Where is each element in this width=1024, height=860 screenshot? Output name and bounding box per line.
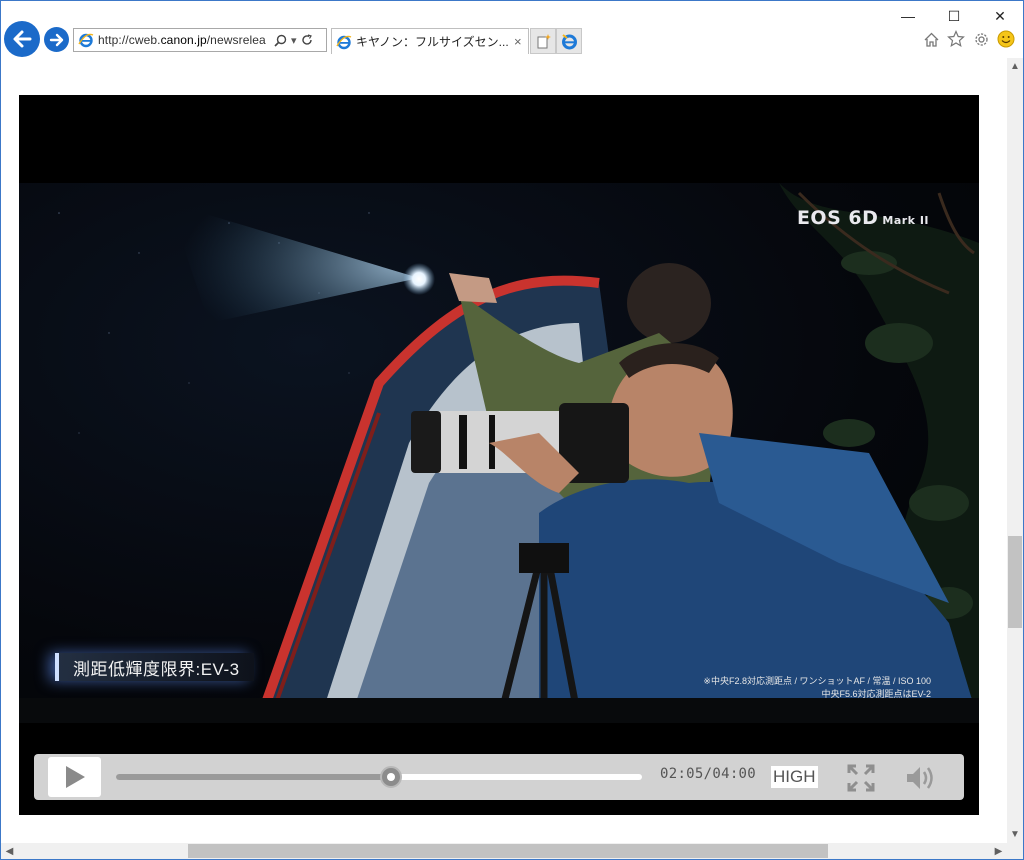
open-edge-button[interactable] — [556, 28, 582, 54]
seek-handle[interactable] — [380, 766, 403, 788]
browser-window: http://cweb.canon.jp/newsrelea ▾ キヤノン：フル… — [0, 0, 1024, 860]
video-scene-illustration — [19, 183, 979, 723]
scroll-right-arrow-icon[interactable]: ▶ — [990, 843, 1007, 859]
vertical-scrollbar[interactable]: ▲ ▼ — [1007, 58, 1023, 843]
home-icon[interactable] — [921, 29, 941, 49]
back-button[interactable] — [4, 21, 40, 57]
vertical-scroll-thumb[interactable] — [1008, 536, 1022, 628]
tab-active[interactable]: キヤノン：フルサイズセン... × — [331, 28, 529, 54]
forward-button[interactable] — [44, 27, 69, 52]
minimize-button[interactable]: — — [885, 1, 931, 31]
favorites-star-icon[interactable] — [946, 29, 966, 49]
scroll-down-arrow-icon[interactable]: ▼ — [1007, 826, 1023, 843]
scroll-left-arrow-icon[interactable]: ◀ — [1, 843, 18, 859]
maximize-button[interactable]: ☐ — [931, 1, 977, 31]
play-button[interactable] — [48, 757, 101, 797]
url-text[interactable]: http://cweb.canon.jp/newsrelea — [98, 33, 272, 47]
dropdown-icon[interactable]: ▾ — [291, 34, 297, 47]
search-icon[interactable] — [274, 34, 287, 47]
volume-icon — [907, 767, 933, 789]
seek-progress — [116, 774, 392, 780]
address-bar[interactable]: http://cweb.canon.jp/newsrelea ▾ — [73, 28, 327, 52]
scrollbar-corner — [1007, 843, 1023, 859]
fullscreen-icon — [847, 764, 875, 792]
horizontal-scrollbar[interactable]: ◀ ▶ — [1, 843, 1007, 859]
refresh-icon[interactable] — [301, 34, 313, 46]
edge-icon — [561, 33, 577, 49]
brand-logo: EOS 6D Mark II — [796, 207, 929, 229]
feedback-smiley-icon[interactable] — [996, 29, 1016, 49]
fullscreen-button[interactable] — [846, 763, 876, 793]
video-caption: 測距低輝度限界:EV-3 — [55, 653, 254, 681]
footnote-line: 中央F5.6対応測距点はEV-2 — [821, 689, 931, 699]
seek-bar[interactable] — [116, 766, 642, 788]
tab-title: キヤノン：フルサイズセン... — [356, 35, 508, 49]
play-icon — [65, 766, 85, 788]
footnote-line: ※中央F2.8対応測距点 / ワンショットAF / 常温 / ISO 100 — [703, 676, 931, 686]
address-actions: ▾ — [274, 34, 313, 47]
scroll-up-arrow-icon[interactable]: ▲ — [1007, 58, 1023, 75]
page-viewport: EOS 6D Mark II 測距低輝度限界:EV-3 ※中央F2.8対応測距点 … — [1, 58, 1007, 843]
video-player[interactable]: EOS 6D Mark II 測距低輝度限界:EV-3 ※中央F2.8対応測距点 … — [19, 95, 979, 815]
volume-button[interactable] — [904, 763, 938, 793]
ie-logo-icon — [78, 33, 94, 48]
horizontal-scroll-thumb[interactable] — [188, 844, 828, 858]
arrow-right-icon — [49, 33, 63, 46]
arrow-left-icon — [13, 30, 32, 48]
browser-chrome: http://cweb.canon.jp/newsrelea ▾ キヤノン：フル… — [1, 1, 1023, 58]
ie-logo-icon — [336, 35, 352, 49]
player-controls: 02:05/04:00 HIGH — [34, 754, 964, 800]
tab-close-button[interactable]: × — [514, 34, 522, 49]
settings-gear-icon[interactable] — [971, 29, 991, 49]
close-button[interactable]: ✕ — [977, 1, 1023, 31]
new-tab-button[interactable] — [530, 28, 556, 54]
time-display: 02:05/04:00 — [660, 766, 757, 782]
window-controls: — ☐ ✕ — [885, 1, 1023, 31]
video-frame: EOS 6D Mark II 測距低輝度限界:EV-3 ※中央F2.8対応測距点 … — [19, 183, 979, 723]
new-tab-icon — [537, 33, 551, 48]
video-footnote: ※中央F2.8対応測距点 / ワンショットAF / 常温 / ISO 100 中… — [703, 675, 931, 701]
quality-toggle[interactable]: HIGH — [771, 766, 818, 788]
browser-toolbar — [921, 29, 1016, 49]
